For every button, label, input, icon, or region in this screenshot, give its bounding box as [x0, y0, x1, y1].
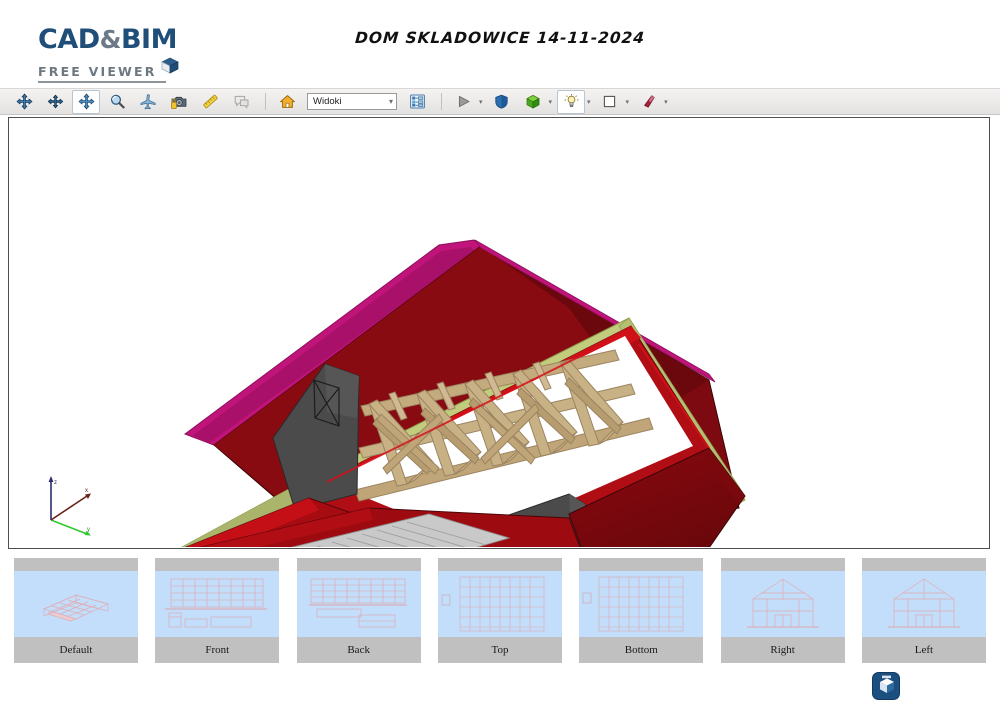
axis-orientation-gizmo: z y x — [37, 472, 101, 538]
page-title: DOM SKLADOWICE 14-11-2024 — [354, 29, 646, 47]
thumb-top-band — [862, 558, 986, 571]
thumb-top-band — [297, 558, 421, 571]
measure-tool-button[interactable] — [196, 90, 224, 114]
axis-label-y: y — [87, 527, 90, 533]
home-view-button[interactable] — [273, 90, 301, 114]
display-mode-caret-icon[interactable]: ▾ — [549, 98, 553, 106]
render-style-button[interactable] — [488, 90, 516, 114]
logo-underline — [38, 81, 166, 83]
comment-tool-button[interactable] — [227, 90, 255, 114]
app-header: CAD&BIM FREE VIEWER DOM SKLADOWICE 14-11… — [0, 0, 1000, 88]
toolbar-separator-1 — [265, 93, 266, 110]
thumb-label: Top — [491, 644, 509, 656]
model-tree-button[interactable] — [403, 90, 431, 114]
view-thumbnail-strip: Default Front Back Top Bottom Right Left — [0, 558, 1000, 670]
camera-tool-button[interactable] — [165, 90, 193, 114]
thumb-top-band — [14, 558, 138, 571]
view-thumb-default[interactable]: Default — [14, 558, 138, 663]
axis-label-x: x — [85, 488, 88, 494]
pan-tool-button[interactable] — [10, 90, 38, 114]
thumb-label: Left — [914, 644, 934, 656]
section-tool-button[interactable] — [634, 90, 662, 114]
animation-play-button[interactable] — [449, 90, 477, 114]
thumb-top-band — [438, 558, 562, 571]
view-thumb-right[interactable]: Right — [720, 558, 845, 663]
thumb-preview-front — [155, 571, 280, 637]
move-tool-button[interactable] — [72, 89, 100, 114]
thumb-label: Back — [347, 644, 370, 656]
thumb-preview-bottom — [579, 571, 704, 637]
toolbar-separator-2 — [441, 93, 442, 110]
lighting-caret-icon[interactable]: ▾ — [587, 98, 591, 106]
views-dropdown[interactable]: Widoki ▾ — [307, 93, 397, 110]
animation-play-caret-icon[interactable]: ▾ — [479, 98, 483, 106]
thumb-preview-left — [861, 571, 986, 637]
thumb-top-band — [155, 558, 279, 571]
fly-tool-button[interactable] — [134, 90, 162, 114]
view-thumb-left[interactable]: Left — [861, 558, 986, 663]
thumb-label: Right — [770, 644, 795, 656]
cube-icon — [160, 56, 182, 80]
rotate-tool-button[interactable] — [41, 90, 69, 114]
thumb-top-band — [721, 558, 845, 571]
thumb-preview-right — [720, 571, 845, 637]
axis-label-z: z — [54, 480, 57, 486]
thumb-label: Bottom — [624, 644, 658, 656]
view-thumb-front[interactable]: Front — [155, 558, 280, 663]
chevron-down-icon: ▾ — [388, 97, 393, 106]
views-dropdown-value: Widoki — [313, 96, 342, 107]
view-thumb-back[interactable]: Back — [296, 558, 421, 663]
background-color-caret-icon[interactable]: ▾ — [626, 98, 630, 106]
thumb-label: Front — [205, 644, 230, 656]
logo-subtitle-row: FREE VIEWER — [38, 56, 238, 78]
background-color-button[interactable] — [596, 90, 624, 114]
logo-subtitle: FREE VIEWER — [38, 63, 157, 79]
view-thumb-top[interactable]: Top — [437, 558, 562, 663]
thumb-preview-top — [437, 571, 562, 637]
model-3d-viewport[interactable]: z y x — [8, 117, 990, 549]
section-tool-caret-icon[interactable]: ▾ — [664, 98, 668, 106]
display-mode-button[interactable] — [519, 90, 547, 114]
main-toolbar: Widoki ▾ ▾ ▾ ▾ ▾ ▾ — [0, 88, 1000, 115]
zoom-tool-button[interactable] — [103, 90, 131, 114]
cadbim-cube-logo-icon[interactable] — [872, 672, 900, 700]
lighting-button[interactable] — [557, 89, 586, 114]
view-thumb-bottom[interactable]: Bottom — [579, 558, 704, 663]
model-3d-render — [181, 239, 746, 547]
thumb-preview-back — [296, 571, 421, 637]
thumb-label: Default — [59, 644, 93, 656]
thumb-preview-default — [14, 571, 138, 637]
thumb-top-band — [579, 558, 703, 571]
